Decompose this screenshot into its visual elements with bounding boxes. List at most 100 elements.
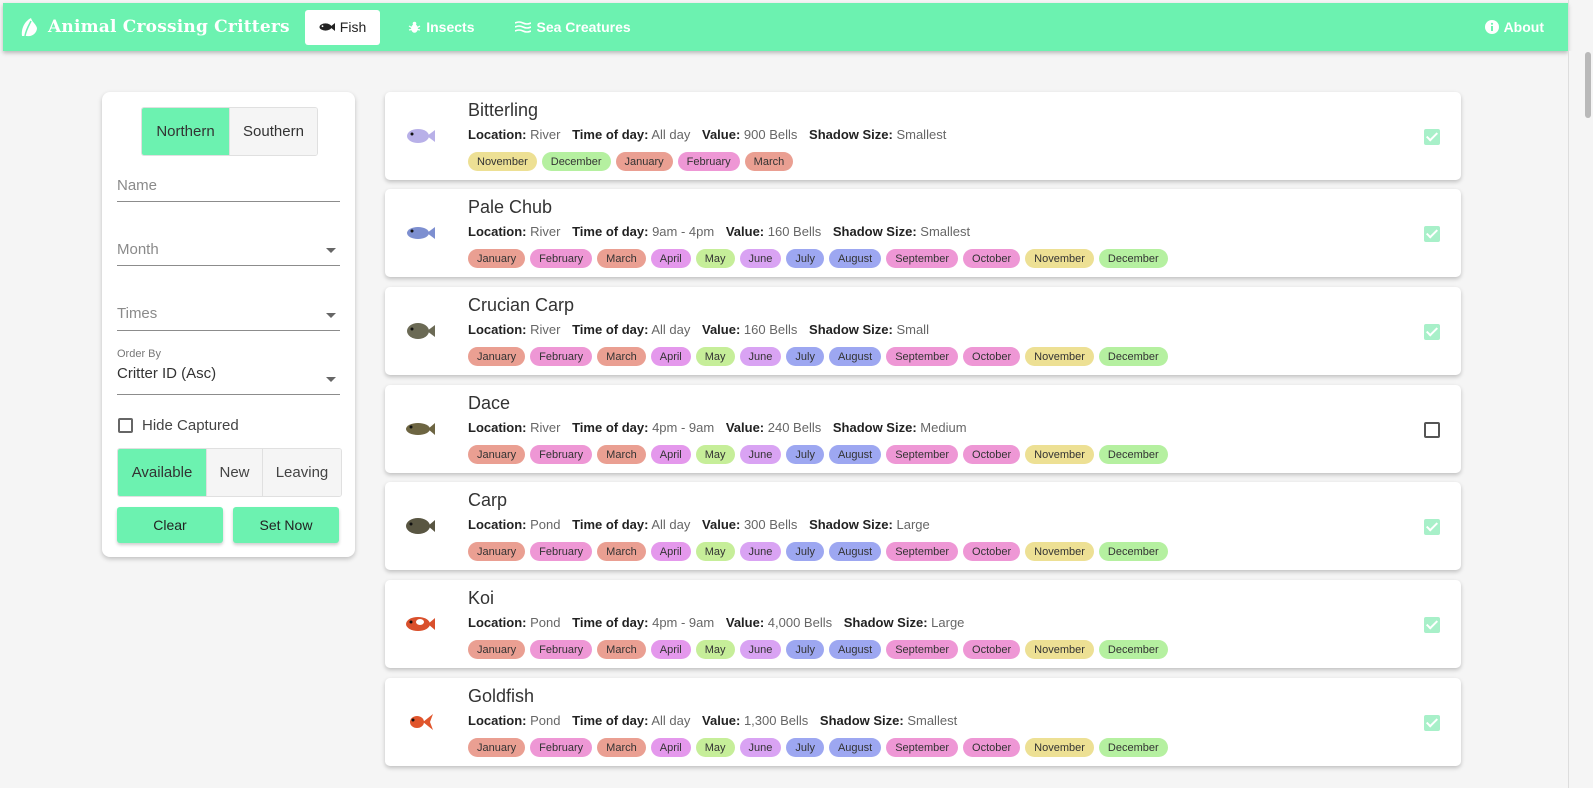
month-dropdown-icon (326, 248, 336, 253)
southern-button[interactable]: Southern (229, 108, 317, 155)
about-button[interactable]: About (1471, 10, 1558, 45)
order-by-label: Order By (117, 348, 162, 360)
month-chip: February (530, 347, 593, 366)
month-chip: August (828, 445, 882, 464)
location-value: River (530, 420, 561, 435)
captured-checkbox[interactable] (1424, 715, 1440, 731)
month-chip: January (468, 738, 526, 757)
critter-icon (406, 423, 435, 435)
critter-name: Bitterling (468, 100, 539, 120)
tab-sea-creatures[interactable]: Sea Creatures (501, 10, 644, 45)
info-icon (1484, 20, 1499, 34)
month-chips: January February March April May June July Augu… (468, 542, 1173, 561)
new-button[interactable]: New (206, 449, 262, 496)
month-chip: July (786, 445, 824, 464)
critter-name: Crucian Carp (468, 295, 575, 315)
month-chip: July (786, 542, 824, 561)
month-chip: March (597, 445, 646, 464)
month-chip: March (744, 152, 794, 171)
checkbox-icon[interactable] (118, 418, 133, 433)
set-now-button[interactable]: Set Now (233, 507, 339, 543)
page-edge-divider (1568, 0, 1569, 788)
month-chip: May (695, 542, 735, 561)
order-by-select[interactable]: Order By Critter ID (Asc) (117, 348, 340, 395)
critter-name: Koi (468, 588, 495, 608)
month-chip: November (1025, 738, 1094, 757)
month-chip: September (886, 249, 959, 268)
shadow-label: Shadow Size: (809, 322, 893, 337)
value-label: Value: (725, 224, 765, 239)
month-chip: October (963, 542, 1021, 561)
month-chip: August (828, 738, 882, 757)
month-chip: November (1025, 640, 1094, 659)
month-chip: January (615, 152, 673, 171)
month-chip: March (597, 542, 646, 561)
critter-icon (406, 617, 435, 631)
month-chip: May (695, 347, 735, 366)
month-chip: September (886, 738, 959, 757)
location-value: River (530, 322, 561, 337)
month-chip: January (468, 445, 526, 464)
month-chip: October (963, 640, 1021, 659)
northern-button[interactable]: Northern (142, 108, 229, 155)
month-chip: January (468, 640, 526, 659)
time-value: All day (651, 322, 691, 337)
month-chip: March (597, 640, 646, 659)
tab-fish[interactable]: Fish (304, 9, 381, 45)
time-label: Time of day: (572, 322, 649, 337)
location-value: River (530, 127, 561, 142)
captured-checkbox[interactable] (1424, 422, 1440, 438)
top-app-bar: Animal Crossing Critters Fish Insects Se… (3, 3, 1568, 51)
month-chip: August (828, 542, 882, 561)
captured-checkbox[interactable] (1424, 324, 1440, 340)
times-select[interactable]: Times (117, 305, 340, 331)
month-chip: October (963, 738, 1021, 757)
critter-card: Pale Chub Location: River Time of day: 9… (385, 189, 1461, 277)
time-label: Time of day: (572, 224, 649, 239)
location-label: Location: (468, 322, 527, 337)
month-select[interactable]: Month (117, 241, 340, 266)
month-chip: December (1098, 249, 1168, 268)
month-chip: July (786, 347, 824, 366)
hide-captured-label: Hide Captured (142, 417, 239, 434)
shadow-value: Small (896, 322, 929, 337)
scrollbar-track[interactable] (1568, 51, 1593, 788)
captured-checkbox[interactable] (1424, 129, 1440, 145)
value-amount: 160 Bells (767, 224, 822, 239)
app-brand[interactable]: Animal Crossing Critters (18, 16, 290, 38)
month-chip: November (1025, 249, 1094, 268)
clear-button[interactable]: Clear (117, 507, 223, 543)
month-chip: December (1098, 640, 1168, 659)
value-label: Value: (702, 517, 741, 532)
month-chip: February (530, 640, 593, 659)
month-chip: December (1098, 738, 1168, 757)
critter-card: Carp Location: Pond Time of day: All day… (385, 482, 1461, 570)
name-input[interactable]: Name (117, 177, 340, 202)
name-placeholder: Name (117, 177, 158, 194)
filter-panel: Northern Southern Name Month Times Order… (102, 92, 355, 557)
shadow-label: Shadow Size: (809, 127, 893, 142)
value-label: Value: (702, 127, 741, 142)
leaving-button[interactable]: Leaving (262, 449, 341, 496)
time-value: 4pm - 9am (652, 420, 715, 435)
month-chip: July (786, 640, 824, 659)
month-chip: October (963, 445, 1021, 464)
app-title: Animal Crossing Critters (48, 17, 290, 37)
critter-name: Carp (468, 490, 508, 510)
available-button[interactable]: Available (118, 449, 206, 496)
scrollbar-thumb[interactable] (1585, 52, 1591, 118)
month-chip: November (1025, 347, 1094, 366)
critter-details: Location: River Time of day: All day Val… (468, 127, 946, 142)
month-chip: March (597, 249, 646, 268)
critter-details: Location: Pond Time of day: All day Valu… (468, 713, 957, 728)
month-chip: June (739, 347, 782, 366)
hide-captured-checkbox[interactable]: Hide Captured (118, 417, 239, 434)
order-by-value: Critter ID (Asc) (117, 365, 217, 382)
captured-checkbox[interactable] (1424, 617, 1440, 633)
captured-checkbox[interactable] (1424, 519, 1440, 535)
month-chip: February (530, 542, 593, 561)
tab-insects[interactable]: Insects (394, 10, 488, 45)
captured-checkbox[interactable] (1424, 226, 1440, 242)
value-amount: 4,000 Bells (767, 615, 833, 630)
bug-icon (408, 21, 421, 33)
